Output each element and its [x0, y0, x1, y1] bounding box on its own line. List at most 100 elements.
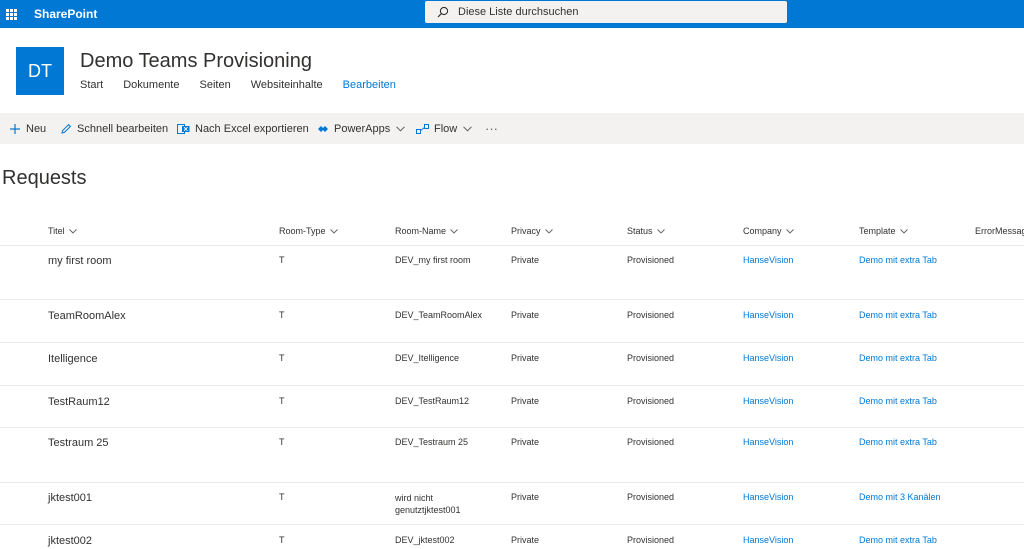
flow-icon: [416, 123, 429, 134]
cell-titel[interactable]: jktest002: [48, 535, 92, 547]
more-commands-button[interactable]: ···: [485, 113, 498, 144]
nav-item-start[interactable]: Start: [80, 79, 103, 91]
suite-bar: SharePoint Diese Liste durchsuchen: [0, 0, 1024, 28]
chevron-down-icon: [899, 228, 908, 234]
table-row[interactable]: my first room T DEV_my first room Privat…: [0, 246, 1024, 300]
quick-edit-button[interactable]: Schnell bearbeiten: [60, 113, 168, 144]
cell-company-link[interactable]: HanseVision: [743, 396, 793, 406]
column-header-label: Titel: [48, 226, 65, 236]
column-header-label: Room-Type: [279, 226, 326, 236]
nav-item-seiten[interactable]: Seiten: [200, 79, 231, 91]
sharepoint-brand-link[interactable]: SharePoint: [34, 0, 97, 28]
chevron-down-icon: [396, 125, 406, 132]
cell-room-name: DEV_Testraum 25: [395, 437, 469, 447]
cell-template-link[interactable]: Demo mit extra Tab: [859, 255, 937, 265]
cell-room-name: DEV_TestRaum12: [395, 396, 470, 406]
column-header-label: Privacy: [511, 226, 541, 236]
cell-titel[interactable]: my first room: [48, 255, 112, 267]
cell-room-type: T: [279, 492, 285, 502]
flow-button[interactable]: Flow: [416, 113, 477, 144]
cell-company-link[interactable]: HanseVision: [743, 255, 793, 265]
column-header-label: Company: [743, 226, 782, 236]
cell-template-link[interactable]: Demo mit 3 Kanälen: [859, 492, 941, 502]
column-header-titel[interactable]: Titel: [48, 226, 77, 236]
site-navigation: Start Dokumente Seiten Websiteinhalte Be…: [80, 79, 416, 91]
cell-status: Provisioned: [627, 353, 675, 363]
column-header-label: ErrorMessage: [975, 226, 1024, 236]
column-header-label: Room-Name: [395, 226, 447, 236]
column-header-privacy[interactable]: Privacy: [511, 226, 553, 236]
cell-privacy: Private: [511, 310, 540, 320]
cell-titel[interactable]: TestRaum12: [48, 396, 110, 408]
cell-privacy: Private: [511, 535, 540, 545]
cell-template-link[interactable]: Demo mit extra Tab: [859, 310, 937, 320]
table-row[interactable]: Itelligence T DEV_Itelligence Private Pr…: [0, 343, 1024, 386]
table-row[interactable]: TeamRoomAlex T DEV_TeamRoomAlex Private …: [0, 300, 1024, 343]
quick-edit-label: Schnell bearbeiten: [77, 122, 169, 135]
cell-titel[interactable]: TeamRoomAlex: [48, 310, 126, 322]
search-icon: [437, 6, 449, 18]
column-header-room-type[interactable]: Room-Type: [279, 226, 338, 236]
cell-status: Provisioned: [627, 535, 675, 545]
site-logo[interactable]: DT: [16, 47, 64, 95]
site-title[interactable]: Demo Teams Provisioning: [80, 50, 312, 73]
cell-status: Provisioned: [627, 255, 675, 265]
cell-status: Provisioned: [627, 310, 675, 320]
cell-company-link[interactable]: HanseVision: [743, 492, 793, 502]
nav-item-dokumente[interactable]: Dokumente: [123, 79, 179, 91]
chevron-down-icon: [544, 228, 553, 234]
app-launcher-icon[interactable]: [0, 0, 22, 28]
cell-room-type: T: [279, 353, 285, 363]
cell-privacy: Private: [511, 255, 540, 265]
chevron-down-icon: [463, 125, 473, 132]
export-excel-label: Nach Excel exportieren: [195, 122, 309, 135]
cell-company-link[interactable]: HanseVision: [743, 535, 793, 545]
nav-item-bearbeiten[interactable]: Bearbeiten: [343, 79, 396, 91]
plus-icon: [10, 123, 20, 134]
column-header-template[interactable]: Template: [859, 226, 908, 236]
table-row[interactable]: TestRaum12 T DEV_TestRaum12 Private Prov…: [0, 386, 1024, 428]
table-row[interactable]: jktest002 T DEV_jktest002 Private Provis…: [0, 525, 1024, 549]
cell-room-type: T: [279, 396, 285, 406]
list-title: Requests: [2, 167, 87, 189]
cell-company-link[interactable]: HanseVision: [743, 353, 793, 363]
column-header-company[interactable]: Company: [743, 226, 794, 236]
column-header-label: Template: [859, 226, 896, 236]
cell-room-name: wird nicht genutztjktest001: [395, 493, 461, 515]
chevron-down-icon: [68, 228, 77, 234]
cell-titel[interactable]: jktest001: [48, 492, 92, 504]
search-placeholder: Diese Liste durchsuchen: [458, 6, 579, 18]
search-input[interactable]: Diese Liste durchsuchen: [425, 1, 787, 23]
chevron-down-icon: [785, 228, 794, 234]
cell-status: Provisioned: [627, 396, 675, 406]
table-row[interactable]: Testraum 25 T DEV_Testraum 25 Private Pr…: [0, 428, 1024, 483]
powerapps-button[interactable]: PowerApps: [317, 113, 410, 144]
cell-template-link[interactable]: Demo mit extra Tab: [859, 396, 937, 406]
cell-titel[interactable]: Itelligence: [48, 353, 98, 365]
column-header-room-name[interactable]: Room-Name: [395, 226, 458, 236]
chevron-down-icon: [450, 228, 458, 234]
new-button[interactable]: Neu: [9, 113, 46, 144]
command-bar: Neu Schnell bearbeiten Nach Excel export…: [0, 113, 1024, 144]
cell-privacy: Private: [511, 437, 540, 447]
cell-template-link[interactable]: Demo mit extra Tab: [859, 353, 937, 363]
cell-room-name: DEV_Itelligence: [395, 353, 460, 363]
flow-label: Flow: [434, 122, 458, 135]
pencil-icon: [61, 123, 72, 134]
cell-company-link[interactable]: HanseVision: [743, 437, 793, 447]
cell-template-link[interactable]: Demo mit extra Tab: [859, 437, 937, 447]
nav-item-websiteinhalte[interactable]: Websiteinhalte: [251, 79, 323, 91]
export-excel-button[interactable]: Nach Excel exportieren: [177, 113, 309, 144]
column-header-status[interactable]: Status: [627, 226, 665, 236]
new-label: Neu: [26, 122, 47, 135]
cell-status: Provisioned: [627, 437, 675, 447]
cell-company-link[interactable]: HanseVision: [743, 310, 793, 320]
cell-room-name: DEV_TeamRoomAlex: [395, 310, 483, 320]
column-header-label: Status: [627, 226, 653, 236]
table-row[interactable]: jktest001 T wird nicht genutztjktest001 …: [0, 483, 1024, 525]
cell-template-link[interactable]: Demo mit extra Tab: [859, 535, 937, 545]
cell-room-type: T: [279, 437, 285, 447]
cell-titel[interactable]: Testraum 25: [48, 437, 109, 449]
cell-room-name: DEV_my first room: [395, 255, 471, 265]
column-header-errormessage[interactable]: ErrorMessage: [975, 226, 1024, 236]
